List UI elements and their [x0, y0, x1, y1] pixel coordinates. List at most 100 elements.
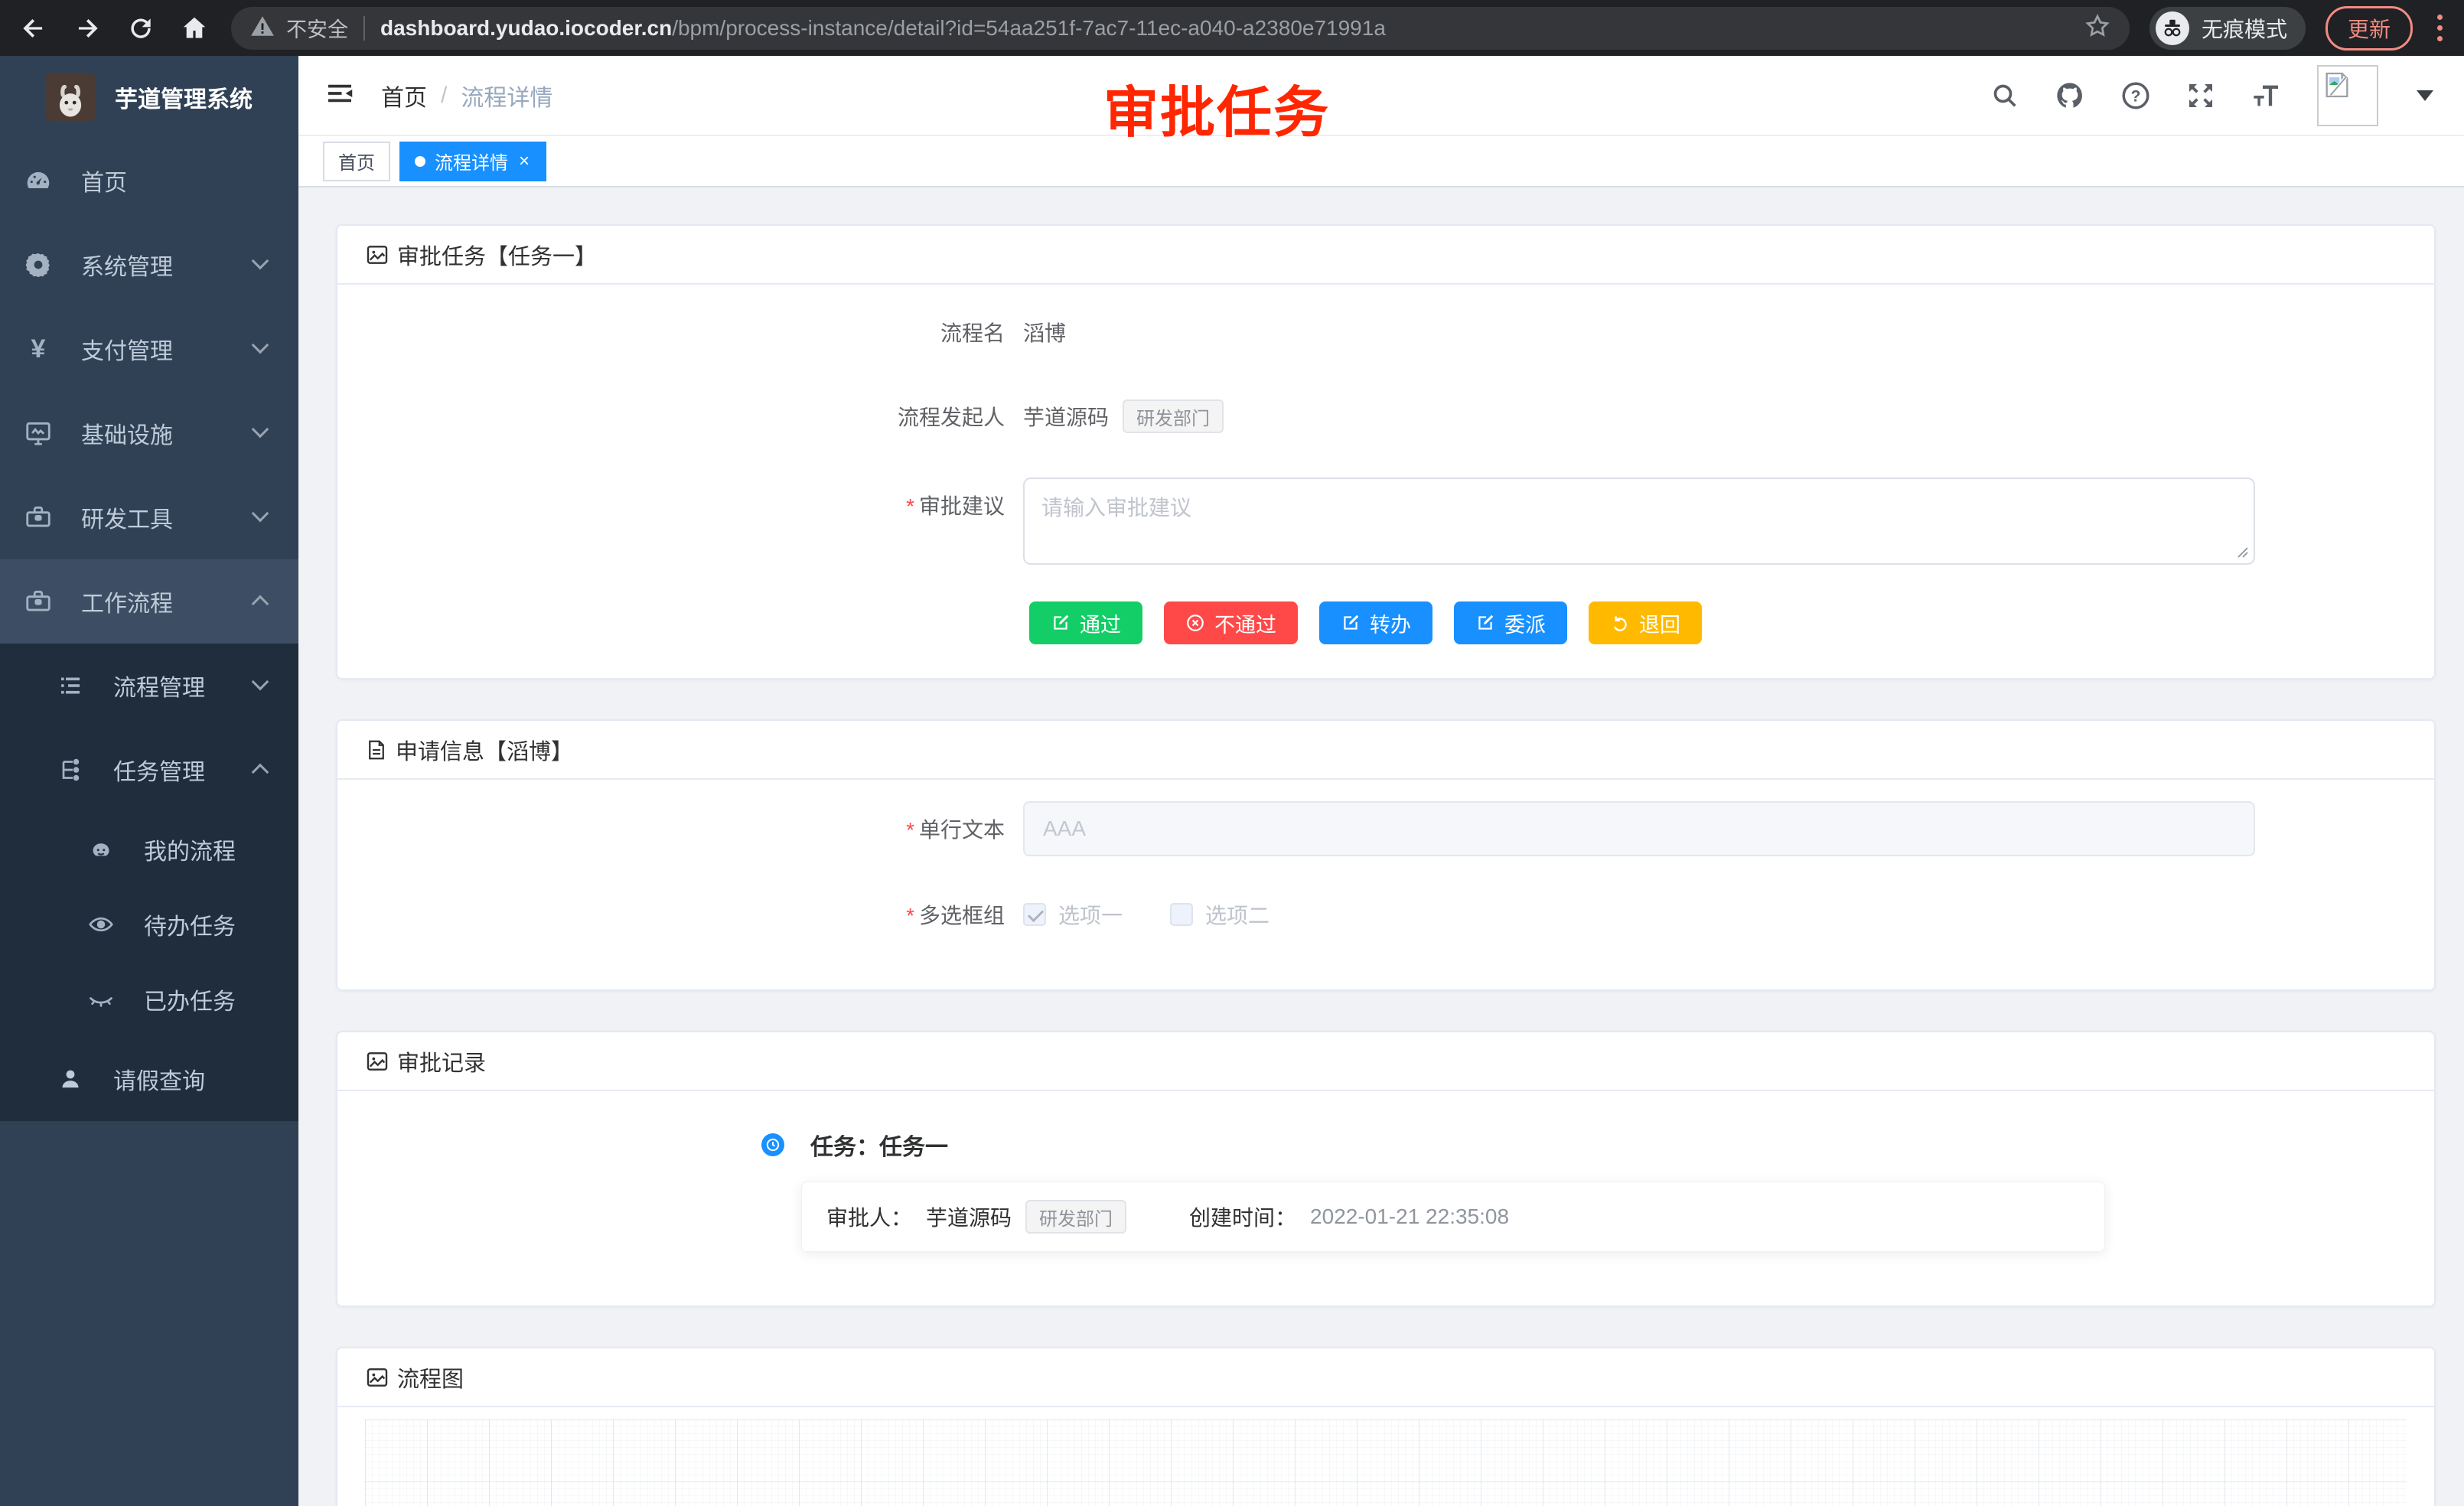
card-header: 流程图	[337, 1348, 2434, 1407]
tab-label: 流程详情	[435, 148, 508, 174]
chevron-down-icon	[252, 421, 269, 438]
update-button[interactable]: 更新	[2325, 6, 2413, 51]
breadcrumb-home[interactable]: 首页	[381, 79, 427, 112]
sidebar-item-task-mgmt[interactable]: 任务管理	[0, 728, 298, 812]
text-field-label: 单行文本	[365, 813, 1023, 844]
reload-icon[interactable]	[124, 11, 158, 45]
security-label[interactable]: 不安全	[286, 13, 348, 43]
sidebar-item-label: 基础设施	[81, 416, 173, 450]
suggest-textarea[interactable]: 请输入审批建议	[1023, 478, 2255, 565]
logo-avatar	[46, 73, 95, 122]
broken-image-icon	[2322, 70, 2352, 100]
bpmn-canvas[interactable]	[365, 1420, 2407, 1506]
record-detail-card: 审批人： 芋道源码 研发部门 创建时间： 2022-01-21 22:35:08	[801, 1182, 2105, 1252]
yen-icon: ¥	[23, 334, 54, 364]
card-title: 审批任务【任务一】	[397, 239, 597, 271]
process-name-label: 流程名	[365, 317, 1023, 347]
sidebar-item-my-process[interactable]: 我的流程	[0, 812, 298, 887]
close-icon[interactable]: ×	[517, 152, 531, 171]
home-icon[interactable]	[178, 11, 211, 45]
approval-task-card: 审批任务【任务一】 流程名 滔博 流程发起人 芋道源码 研发部门 审批建议	[336, 224, 2436, 680]
sidebar-item-leave-query[interactable]: 请假查询	[0, 1037, 298, 1121]
tab-home[interactable]: 首页	[323, 142, 390, 181]
timeline-clock-icon	[761, 1133, 784, 1156]
delegate-button[interactable]: 委派	[1454, 601, 1567, 644]
search-icon[interactable]	[1990, 80, 2020, 111]
omnibox-divider	[363, 16, 365, 41]
sidebar-item-label: 支付管理	[81, 332, 173, 366]
active-tab-dot	[415, 156, 425, 167]
browser-menu-icon[interactable]	[2433, 15, 2447, 41]
checkbox-unchecked-icon	[1170, 903, 1193, 926]
edit-icon	[1475, 613, 1495, 633]
sidebar-item-label: 首页	[81, 164, 127, 197]
avatar-caret-icon[interactable]	[2417, 90, 2433, 101]
app-title: 芋道管理系统	[115, 80, 253, 114]
app-root: 不安全 dashboard.yudao.iocoder.cn/bpm/proce…	[0, 0, 2464, 1506]
card-header: 申请信息【滔博】	[337, 721, 2434, 780]
forward-icon[interactable]	[70, 11, 104, 45]
sidebar-item-label: 研发工具	[81, 500, 173, 534]
sidebar-item-workflow[interactable]: 工作流程	[0, 559, 298, 644]
return-button[interactable]: 退回	[1589, 601, 1702, 644]
url-bar[interactable]: 不安全 dashboard.yudao.iocoder.cn/bpm/proce…	[231, 7, 2130, 50]
sidebar-item-process-mgmt[interactable]: 流程管理	[0, 644, 298, 728]
chevron-up-icon	[252, 764, 269, 781]
checkbox-group-label: 多选框组	[365, 899, 1023, 930]
monitor-icon	[23, 419, 54, 448]
sidebar-toggle-icon[interactable]	[324, 78, 355, 112]
tree-icon	[55, 756, 86, 784]
eye-closed-icon	[86, 986, 116, 1013]
sidebar-item-system[interactable]: 系统管理	[0, 223, 298, 307]
sidebar-item-todo-tasks[interactable]: 待办任务	[0, 887, 298, 962]
edit-icon	[1051, 613, 1071, 633]
card-title: 流程图	[397, 1361, 464, 1394]
list-icon	[55, 672, 86, 699]
user-icon	[55, 1065, 86, 1093]
chevron-down-icon	[252, 673, 269, 691]
toolbox-icon	[23, 587, 54, 616]
gear-icon	[23, 250, 54, 279]
initiator-label: 流程发起人	[365, 401, 1023, 432]
breadcrumb-current: 流程详情	[461, 79, 552, 112]
sidebar-item-home[interactable]: 首页	[0, 139, 298, 223]
undo-icon	[1610, 613, 1630, 633]
sidebar-item-label: 待办任务	[144, 908, 236, 941]
resize-grip-icon[interactable]	[2235, 545, 2249, 559]
suggest-label: 审批建议	[365, 478, 1023, 520]
circle-close-icon	[1185, 613, 1205, 633]
approval-record-card: 审批记录 任务：任务一 审批人： 芋道源码 研发部门 创建时间： 2022-01…	[336, 1031, 2436, 1307]
approver-label: 审批人：	[826, 1201, 912, 1232]
avatar[interactable]	[2317, 65, 2378, 126]
create-time-label: 创建时间：	[1189, 1201, 1296, 1232]
checkbox-checked-icon	[1023, 903, 1046, 926]
approve-button[interactable]: 通过	[1029, 601, 1142, 644]
fullscreen-icon[interactable]	[2185, 80, 2216, 111]
eye-open-icon	[86, 911, 116, 938]
github-icon[interactable]	[2054, 80, 2086, 112]
document-icon	[365, 738, 388, 762]
sidebar-item-payment[interactable]: ¥ 支付管理	[0, 307, 298, 391]
sidebar-item-devtools[interactable]: 研发工具	[0, 475, 298, 559]
robot-icon	[86, 836, 116, 863]
process-name-value: 滔博	[1023, 317, 1066, 347]
flow-diagram-card: 流程图	[336, 1347, 2436, 1506]
font-size-icon[interactable]	[2250, 80, 2283, 111]
bookmark-star-icon[interactable]	[2084, 12, 2111, 44]
tab-label: 首页	[338, 148, 375, 174]
sidebar-item-label: 工作流程	[81, 585, 173, 618]
url-text[interactable]: dashboard.yudao.iocoder.cn/bpm/process-i…	[380, 16, 1386, 41]
card-title: 审批记录	[397, 1045, 486, 1077]
sidebar-item-infra[interactable]: 基础设施	[0, 391, 298, 475]
chevron-down-icon	[252, 253, 269, 270]
sidebar-item-done-tasks[interactable]: 已办任务	[0, 962, 298, 1037]
warning-icon	[249, 13, 275, 43]
transfer-button[interactable]: 转办	[1319, 601, 1432, 644]
sidebar-logo[interactable]: 芋道管理系统	[0, 56, 298, 139]
browser-toolbar: 不安全 dashboard.yudao.iocoder.cn/bpm/proce…	[0, 0, 2464, 56]
help-icon[interactable]: ?	[2120, 80, 2152, 112]
workflow-submenu: 流程管理 任务管理 我的流程	[0, 644, 298, 1121]
back-icon[interactable]	[17, 11, 51, 45]
reject-button[interactable]: 不通过	[1164, 601, 1298, 644]
tab-process-detail[interactable]: 流程详情 ×	[399, 142, 546, 181]
